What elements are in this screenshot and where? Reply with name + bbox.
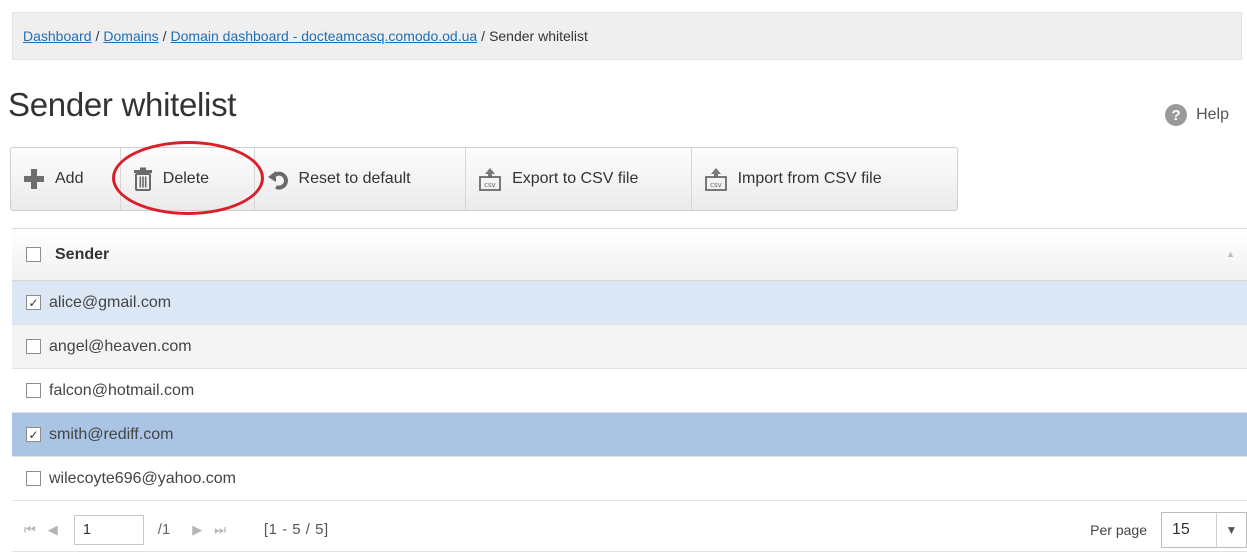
breadcrumb-separator: / xyxy=(162,28,167,44)
svg-text:csv: csv xyxy=(484,181,496,189)
table-row[interactable]: ✓ alice@gmail.com xyxy=(12,281,1247,325)
help-label: Help xyxy=(1196,106,1229,123)
record-range: [1 - 5 / 5] xyxy=(263,521,329,538)
sender-email: wilecoyte696@yahoo.com xyxy=(49,469,237,487)
table-row[interactable]: ✓ smith@rediff.com xyxy=(12,413,1247,457)
sender-email: alice@gmail.com xyxy=(49,293,172,311)
delete-button[interactable]: Delete xyxy=(121,148,255,210)
chevron-down-icon[interactable]: ▼ xyxy=(1216,512,1246,547)
table-header: Sender ▲ xyxy=(12,229,1247,281)
previous-page-icon[interactable]: ◀ xyxy=(48,522,58,538)
column-header-sender[interactable]: Sender xyxy=(55,246,109,264)
last-page-icon[interactable]: ⏭ xyxy=(214,522,226,538)
total-pages: /1 xyxy=(157,521,171,538)
per-page-control: Per page 15 ▼ xyxy=(1090,511,1247,548)
delete-label: Delete xyxy=(162,170,210,187)
page-number-input[interactable]: 1 xyxy=(73,514,144,545)
export-label: Export to CSV file xyxy=(512,170,639,187)
help-link[interactable]: ? Help xyxy=(1165,104,1229,126)
csv-import-icon: csv xyxy=(704,168,727,191)
row-checkbox[interactable]: ✓ xyxy=(26,295,41,310)
import-csv-button[interactable]: csv Import from CSV file xyxy=(692,148,957,210)
breadcrumb-domains-link[interactable]: Domains xyxy=(103,28,158,44)
per-page-label: Per page xyxy=(1090,521,1147,538)
select-all-checkbox[interactable] xyxy=(26,247,41,262)
trash-icon xyxy=(133,167,152,191)
undo-icon xyxy=(267,171,288,190)
import-label: Import from CSV file xyxy=(737,170,882,187)
next-page-icon[interactable]: ▶ xyxy=(192,522,202,538)
export-csv-button[interactable]: csv Export to CSV file xyxy=(466,148,692,210)
sort-arrow-icon[interactable]: ▲ xyxy=(1226,249,1235,259)
sender-email: angel@heaven.com xyxy=(49,337,192,355)
breadcrumb-current: Sender whitelist xyxy=(489,28,588,44)
add-button[interactable]: Add xyxy=(11,148,121,210)
help-icon: ? xyxy=(1165,104,1188,126)
pagination-bar: ⏮ ◀ 1 /1 ▶ ⏭ [1 - 5 / 5] Per page 15 ▼ xyxy=(12,508,1247,552)
per-page-value: 15 xyxy=(1172,520,1190,538)
row-checkbox[interactable] xyxy=(26,471,41,486)
row-checkbox[interactable] xyxy=(26,383,41,398)
breadcrumb-dashboard-link[interactable]: Dashboard xyxy=(23,28,92,44)
toolbar: Add Delete Reset to default csv Export t… xyxy=(10,147,958,211)
row-checkbox[interactable] xyxy=(26,339,41,354)
first-page-icon[interactable]: ⏮ xyxy=(24,522,36,538)
page-title: Sender whitelist xyxy=(8,86,237,123)
add-label: Add xyxy=(55,170,84,187)
breadcrumb: Dashboard / Domains / Domain dashboard -… xyxy=(12,12,1242,60)
sender-email: falcon@hotmail.com xyxy=(49,381,195,399)
svg-text:csv: csv xyxy=(710,181,722,189)
table-row[interactable]: falcon@hotmail.com xyxy=(12,369,1247,413)
breadcrumb-separator: / xyxy=(481,28,486,44)
plus-icon xyxy=(24,169,44,189)
sender-email: smith@rediff.com xyxy=(49,425,174,443)
table-row[interactable]: angel@heaven.com xyxy=(12,325,1247,369)
csv-export-icon: csv xyxy=(479,168,501,191)
row-checkbox[interactable]: ✓ xyxy=(26,427,41,442)
reset-label: Reset to default xyxy=(298,170,411,187)
table-row[interactable]: wilecoyte696@yahoo.com xyxy=(12,457,1247,501)
per-page-select[interactable]: 15 ▼ xyxy=(1161,511,1247,548)
breadcrumb-separator: / xyxy=(95,28,100,44)
breadcrumb-domain-dashboard-link[interactable]: Domain dashboard - docteamcasq.comodo.od… xyxy=(171,28,478,44)
reset-to-default-button[interactable]: Reset to default xyxy=(255,148,467,210)
sender-table: Sender ▲ ✓ alice@gmail.com angel@heaven.… xyxy=(12,228,1247,501)
